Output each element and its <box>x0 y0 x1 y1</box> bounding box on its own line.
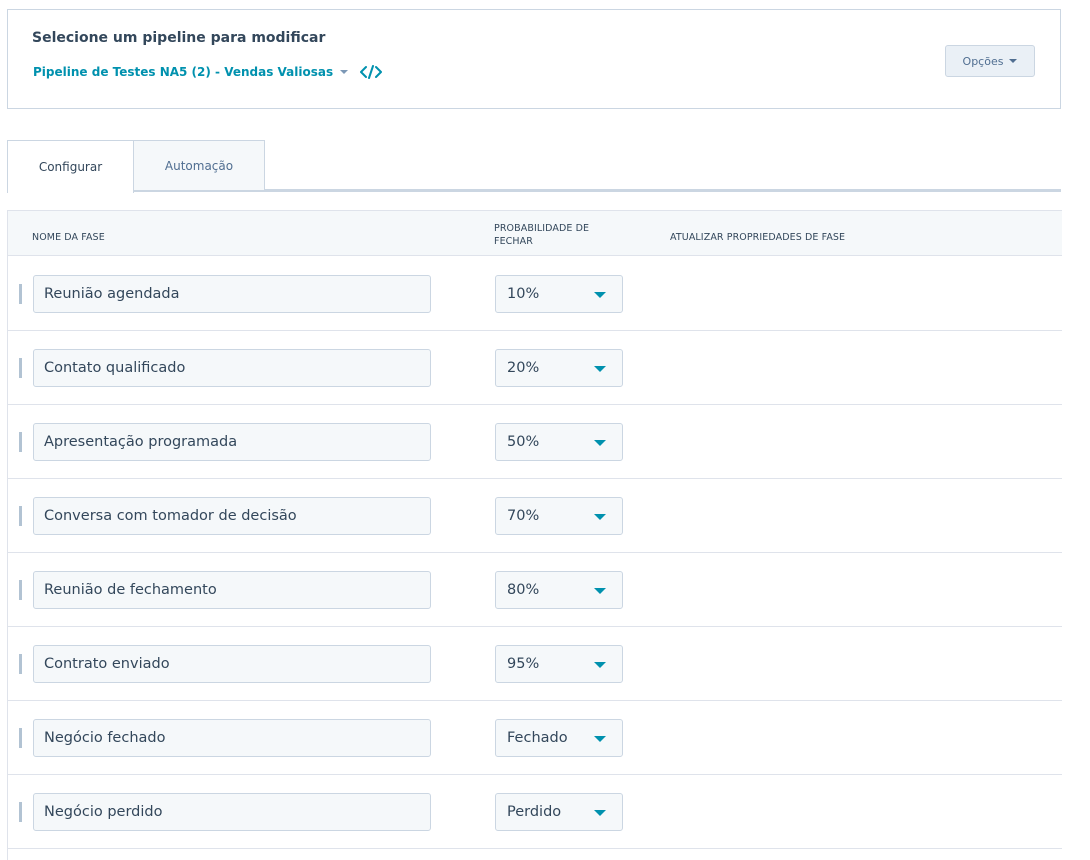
chevron-down-icon <box>594 662 606 668</box>
options-button-label: Opções <box>962 54 1004 68</box>
probability-select[interactable]: Fechado <box>495 719 623 757</box>
stage-name-input[interactable] <box>33 793 431 831</box>
chevron-down-icon <box>594 366 606 372</box>
stage-name-input[interactable] <box>33 349 431 387</box>
drag-handle-icon[interactable] <box>19 432 22 452</box>
probability-select[interactable]: 80% <box>495 571 623 609</box>
stage-name-input[interactable] <box>33 645 431 683</box>
probability-value: 80% <box>507 582 540 598</box>
tab-configurar[interactable]: Configurar <box>7 140 134 193</box>
chevron-down-icon <box>594 588 606 594</box>
pipeline-dropdown[interactable]: Pipeline de Testes NA5 (2) - Vendas Vali… <box>33 65 383 79</box>
drag-handle-icon[interactable] <box>19 284 22 304</box>
table-row: 95% <box>8 627 1062 701</box>
probability-value: 50% <box>507 434 540 450</box>
probability-value: 95% <box>507 656 540 672</box>
tab-label: Automação <box>164 158 234 173</box>
column-header-update: ATUALIZAR PROPRIEDADES DE FASE <box>670 232 846 243</box>
pipeline-selector-card: Selecione um pipeline para modificar Pip… <box>7 9 1061 109</box>
chevron-down-icon <box>1009 59 1018 63</box>
stage-name-input[interactable] <box>33 275 431 313</box>
options-button[interactable]: Opções <box>945 45 1035 77</box>
drag-handle-icon[interactable] <box>19 654 22 674</box>
drag-handle-icon[interactable] <box>19 728 22 748</box>
stage-name-input[interactable] <box>33 719 431 757</box>
table-header: NOME DA FASE PROBABILIDADE DE FECHAR ATU… <box>8 210 1062 256</box>
probability-value: 20% <box>507 360 540 376</box>
stage-name-input[interactable] <box>33 571 431 609</box>
drag-handle-icon[interactable] <box>19 580 22 600</box>
tab-automacao[interactable]: Automação <box>133 140 265 190</box>
probability-value: 10% <box>507 286 540 302</box>
table-row: Fechado <box>8 701 1062 775</box>
stages-table: NOME DA FASE PROBABILIDADE DE FECHAR ATU… <box>7 210 1062 860</box>
pipeline-name: Pipeline de Testes NA5 (2) - Vendas Vali… <box>33 65 334 79</box>
probability-select[interactable]: Perdido <box>495 793 623 831</box>
probability-select[interactable]: 20% <box>495 349 623 387</box>
stage-name-input[interactable] <box>33 497 431 535</box>
chevron-down-icon <box>594 440 606 446</box>
probability-value: Fechado <box>507 730 568 746</box>
table-row: 20% <box>8 331 1062 405</box>
chevron-down-icon <box>594 736 606 742</box>
chevron-down-icon <box>340 70 349 74</box>
drag-handle-icon[interactable] <box>19 506 22 526</box>
stage-name-input[interactable] <box>33 423 431 461</box>
column-header-probability: PROBABILIDADE DE FECHAR <box>494 223 590 247</box>
drag-handle-icon[interactable] <box>19 358 22 378</box>
tab-label: Configurar <box>38 160 103 174</box>
probability-select[interactable]: 70% <box>495 497 623 535</box>
probability-select[interactable]: 95% <box>495 645 623 683</box>
table-row: 10% <box>8 257 1062 331</box>
drag-handle-icon[interactable] <box>19 802 22 822</box>
table-row: 70% <box>8 479 1062 553</box>
pipeline-selector-heading: Selecione um pipeline para modificar <box>32 30 326 46</box>
table-row: 80% <box>8 553 1062 627</box>
probability-value: 70% <box>507 508 540 524</box>
code-embed-icon[interactable] <box>360 65 383 79</box>
column-header-name: NOME DA FASE <box>32 232 105 243</box>
table-row: Perdido <box>8 775 1062 849</box>
probability-select[interactable]: 10% <box>495 275 623 313</box>
chevron-down-icon <box>594 810 606 816</box>
chevron-down-icon <box>594 514 606 520</box>
probability-select[interactable]: 50% <box>495 423 623 461</box>
chevron-down-icon <box>594 292 606 298</box>
probability-value: Perdido <box>507 804 562 820</box>
table-row: 50% <box>8 405 1062 479</box>
